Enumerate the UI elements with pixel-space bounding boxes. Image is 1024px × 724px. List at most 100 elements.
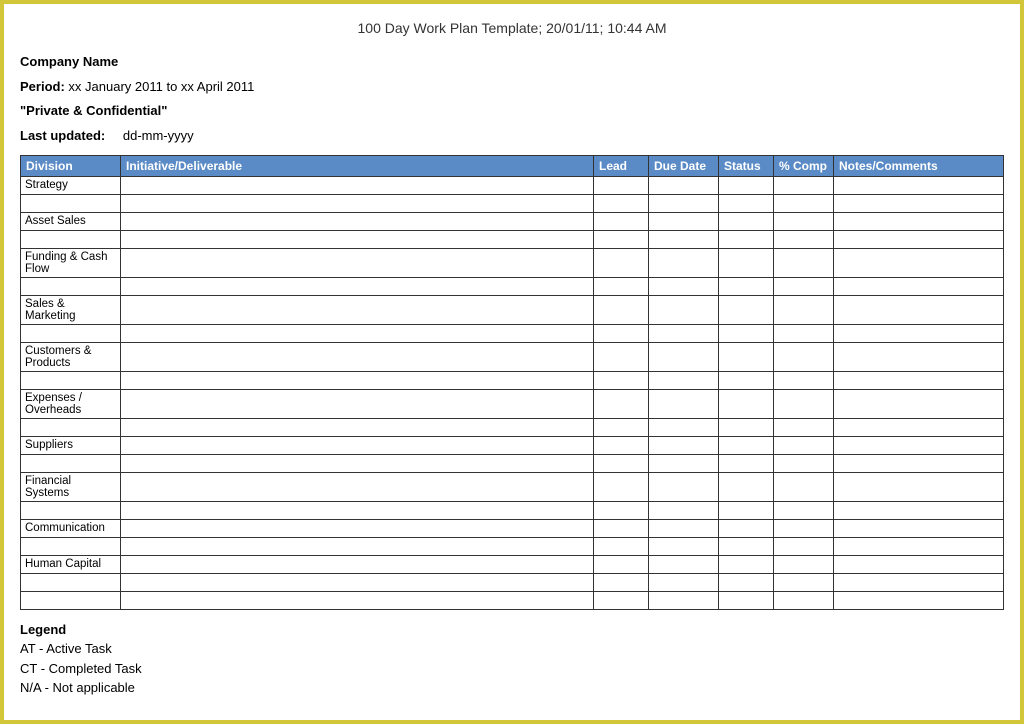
cell[interactable] (649, 436, 719, 454)
cell-division[interactable] (21, 573, 121, 591)
cell[interactable] (649, 555, 719, 573)
cell[interactable] (774, 342, 834, 371)
cell[interactable] (649, 248, 719, 277)
cell[interactable] (121, 573, 594, 591)
cell[interactable] (121, 295, 594, 324)
cell[interactable] (774, 176, 834, 194)
cell[interactable] (121, 248, 594, 277)
cell[interactable] (834, 501, 1004, 519)
cell[interactable] (719, 436, 774, 454)
cell[interactable] (719, 176, 774, 194)
cell[interactable] (594, 537, 649, 555)
cell[interactable] (719, 591, 774, 609)
cell[interactable] (834, 371, 1004, 389)
cell[interactable] (649, 591, 719, 609)
cell[interactable] (121, 454, 594, 472)
cell[interactable] (719, 295, 774, 324)
cell[interactable] (719, 472, 774, 501)
cell-division[interactable]: Funding & Cash Flow (21, 248, 121, 277)
cell[interactable] (649, 454, 719, 472)
cell[interactable] (121, 324, 594, 342)
cell[interactable] (719, 537, 774, 555)
cell[interactable] (649, 212, 719, 230)
cell-division[interactable]: Asset Sales (21, 212, 121, 230)
cell[interactable] (834, 418, 1004, 436)
cell[interactable] (594, 176, 649, 194)
cell[interactable] (649, 295, 719, 324)
cell[interactable] (121, 591, 594, 609)
cell[interactable] (121, 519, 594, 537)
cell[interactable] (594, 454, 649, 472)
cell[interactable] (649, 230, 719, 248)
cell[interactable] (834, 454, 1004, 472)
cell[interactable] (774, 472, 834, 501)
cell[interactable] (774, 573, 834, 591)
cell[interactable] (121, 230, 594, 248)
cell-division[interactable] (21, 418, 121, 436)
cell[interactable] (594, 277, 649, 295)
cell[interactable] (121, 389, 594, 418)
cell[interactable] (121, 555, 594, 573)
cell[interactable] (774, 389, 834, 418)
cell-division[interactable]: Human Capital (21, 555, 121, 573)
cell[interactable] (649, 389, 719, 418)
cell[interactable] (719, 555, 774, 573)
cell[interactable] (594, 371, 649, 389)
cell[interactable] (594, 472, 649, 501)
cell[interactable] (649, 501, 719, 519)
cell[interactable] (649, 418, 719, 436)
cell[interactable] (774, 277, 834, 295)
cell[interactable] (719, 194, 774, 212)
cell[interactable] (774, 324, 834, 342)
cell[interactable] (594, 389, 649, 418)
cell[interactable] (649, 371, 719, 389)
cell[interactable] (774, 418, 834, 436)
cell[interactable] (834, 176, 1004, 194)
cell[interactable] (121, 277, 594, 295)
cell[interactable] (121, 194, 594, 212)
cell[interactable] (719, 342, 774, 371)
cell[interactable] (121, 436, 594, 454)
cell-division[interactable] (21, 371, 121, 389)
cell[interactable] (834, 212, 1004, 230)
cell[interactable] (834, 295, 1004, 324)
cell-division[interactable] (21, 591, 121, 609)
cell[interactable] (719, 277, 774, 295)
cell[interactable] (774, 591, 834, 609)
cell[interactable] (774, 371, 834, 389)
cell[interactable] (719, 212, 774, 230)
cell-division[interactable]: Strategy (21, 176, 121, 194)
cell[interactable] (649, 176, 719, 194)
cell[interactable] (594, 573, 649, 591)
cell[interactable] (834, 555, 1004, 573)
cell[interactable] (774, 194, 834, 212)
cell[interactable] (121, 176, 594, 194)
cell[interactable] (594, 342, 649, 371)
cell[interactable] (719, 389, 774, 418)
cell[interactable] (594, 418, 649, 436)
cell[interactable] (834, 591, 1004, 609)
cell-division[interactable]: Financial Systems (21, 472, 121, 501)
cell[interactable] (834, 389, 1004, 418)
cell[interactable] (594, 248, 649, 277)
cell[interactable] (594, 591, 649, 609)
cell[interactable] (121, 212, 594, 230)
cell[interactable] (594, 295, 649, 324)
cell[interactable] (774, 212, 834, 230)
cell[interactable] (834, 519, 1004, 537)
cell[interactable] (121, 371, 594, 389)
cell[interactable] (594, 324, 649, 342)
cell[interactable] (594, 555, 649, 573)
cell[interactable] (719, 371, 774, 389)
cell[interactable] (121, 501, 594, 519)
cell[interactable] (594, 212, 649, 230)
cell[interactable] (834, 194, 1004, 212)
cell[interactable] (774, 295, 834, 324)
cell-division[interactable] (21, 537, 121, 555)
cell[interactable] (834, 573, 1004, 591)
cell-division[interactable] (21, 324, 121, 342)
cell[interactable] (121, 418, 594, 436)
cell[interactable] (719, 501, 774, 519)
cell-division[interactable]: Communication (21, 519, 121, 537)
cell[interactable] (834, 230, 1004, 248)
